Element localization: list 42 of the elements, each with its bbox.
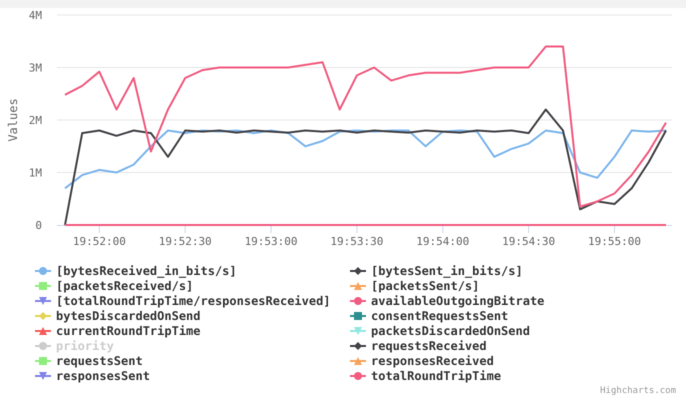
legend-item[interactable]: [bytesSent_in_bits/s] — [350, 264, 650, 278]
legend-item[interactable]: requestsSent — [35, 354, 350, 368]
x-axis-label: 19:52:00 — [72, 235, 126, 248]
x-axis-label: 19:53:00 — [244, 235, 298, 248]
legend-item[interactable]: consentRequestsSent — [350, 309, 650, 323]
legend-label: consentRequestsSent — [371, 309, 508, 323]
legend-item[interactable]: packetsDiscardedOnSend — [350, 324, 650, 338]
legend-label: [bytesReceived_in_bits/s] — [56, 264, 237, 278]
x-axis-label: 19:54:00 — [416, 235, 470, 248]
legend-item[interactable]: requestsReceived — [350, 339, 650, 353]
legend-label: packetsDiscardedOnSend — [371, 324, 530, 338]
legend-item[interactable]: [bytesReceived_in_bits/s] — [35, 264, 350, 278]
legend-item[interactable]: responsesReceived — [350, 354, 650, 368]
y-axis-title: Values — [6, 98, 20, 142]
legend-item[interactable]: [packetsReceived/s] — [35, 279, 350, 293]
x-axis-label: 19:53:30 — [330, 235, 384, 248]
legend-label: availableOutgoingBitrate — [371, 294, 544, 308]
y-axis-label: 3M — [28, 62, 42, 74]
legend-label: requestsSent — [56, 354, 143, 368]
legend-item[interactable]: bytesDiscardedOnSend — [35, 309, 350, 323]
legend-label: currentRoundTripTime — [56, 324, 200, 338]
x-axis-label: 19:52:30 — [158, 235, 212, 248]
y-axis-label: 4M — [28, 9, 42, 22]
y-axis-label: 2M — [28, 114, 42, 127]
legend-label: [packetsSent/s] — [371, 279, 480, 293]
legend-label: [packetsReceived/s] — [56, 279, 194, 293]
legend-item[interactable]: currentRoundTripTime — [35, 324, 350, 338]
legend-label: totalRoundTripTime — [371, 369, 502, 383]
y-axis-label: 0 — [35, 219, 42, 232]
legend-item[interactable]: totalRoundTripTime — [350, 369, 650, 383]
x-axis-label: 19:54:30 — [502, 235, 556, 248]
legend-item[interactable]: availableOutgoingBitrate — [350, 294, 650, 308]
x-axis-label: 19:55:00 — [588, 235, 641, 248]
legend-label: [bytesSent_in_bits/s] — [371, 264, 523, 278]
legend-label: requestsReceived — [371, 339, 487, 353]
y-axis-label: 1M — [28, 166, 42, 180]
legend-label: bytesDiscardedOnSend — [56, 309, 200, 323]
legend-item[interactable]: [totalRoundTripTime/responsesReceived] — [35, 294, 350, 308]
legend-item[interactable]: responsesSent — [35, 369, 350, 383]
legend-label: responsesSent — [56, 369, 150, 383]
legend-item[interactable]: [packetsSent/s] — [350, 279, 650, 293]
legend-label: responsesReceived — [371, 354, 494, 368]
